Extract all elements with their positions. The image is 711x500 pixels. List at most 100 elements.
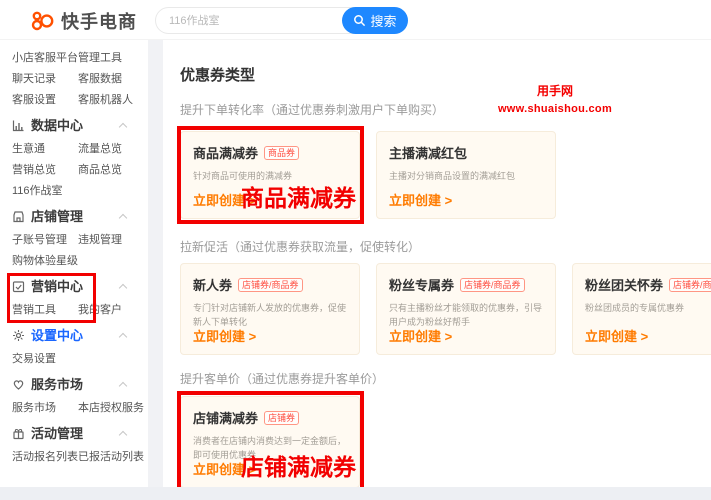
create-now-link[interactable]: 立即创建 > [193,459,256,478]
card-shop-full-discount: 店铺满减券 店铺券 消费者在店铺内消费达到一定金额后，即可使用优惠券 立即创建 … [180,396,360,487]
sidebar-section-settings-center[interactable]: 设置中心 [0,325,148,347]
shop-icon [12,210,25,223]
main-content: 优惠券类型 用手网 www.shuaishou.com 提升下单转化率（通过优惠… [163,40,711,487]
card-body[interactable]: 店铺满减券 店铺券 消费者在店铺内消费达到一定金额后，即可使用优惠券 立即创建 … [180,396,360,487]
sidebar-section-data-center[interactable]: 数据中心 [0,115,148,137]
sidebar-item-authorized-services[interactable]: 本店授权服务 [78,398,144,419]
sidebar-item-cs-data[interactable]: 客服数据 [78,69,122,90]
sidebar-item-signed-activity-list[interactable]: 已报活动列表 [78,447,144,468]
coupon-type-tag: 店铺券/商品券 [669,278,711,292]
sidebar-item-product-overview[interactable]: 商品总览 [78,160,122,181]
card-body[interactable]: 主播满减红包 主播对分销商品设置的满减红包 立即创建 > [376,131,556,219]
sidebar-item-marketing-tools[interactable]: 营销工具 [12,300,56,321]
sidebar-item-traffic-overview[interactable]: 流量总览 [78,139,122,160]
sidebar-item-trade-settings[interactable]: 交易设置 [12,349,56,370]
gift-icon [12,427,25,440]
card-body[interactable]: 粉丝专属券 店铺券/商品券 只有主播粉丝才能领取的优惠券，引导用户成为粉丝好帮手… [376,263,556,355]
sidebar-section-label: 营销中心 [31,276,83,298]
sidebar-group-customer-service: 小店客服平台管理工具 聊天记录 客服数据 客服设置 客服机器人 [0,48,148,111]
search-button-label: 搜索 [370,11,396,30]
card-desc: 只有主播粉丝才能领取的优惠券，引导用户成为粉丝好帮手 [389,301,543,329]
coupon-type-tag: 店铺券/商品券 [460,278,525,292]
chevron-up-icon [119,431,127,439]
sidebar-item-chat-history[interactable]: 聊天记录 [12,69,56,90]
card-title: 主播满减红包 [389,143,467,162]
card-title: 新人券 [193,275,232,294]
sidebar-item-subaccount-mgmt[interactable]: 子账号管理 [12,230,67,251]
sidebar-item-shopping-experience[interactable]: 购物体验星级 [12,251,78,272]
sidebar-group-service-market: 服务市场 服务市场本店授权服务 [0,374,148,419]
marketing-icon [12,280,25,293]
chevron-up-icon [119,284,127,292]
chevron-up-icon [119,214,127,222]
sidebar-item-116-war-room[interactable]: 116作战室 [12,181,63,202]
sidebar-item-violation-mgmt[interactable]: 违规管理 [78,230,122,251]
create-now-link[interactable]: 立即创建 > [389,326,452,345]
sidebar-section-activity-management[interactable]: 活动管理 [0,423,148,445]
sidebar-item-cs-robot[interactable]: 客服机器人 [78,90,133,111]
chevron-up-icon [119,382,127,390]
sidebar-section-shop-management[interactable]: 店铺管理 [0,206,148,228]
kuaishou-logo-icon [30,9,54,33]
card-body[interactable]: 商品满减券 商品券 针对商品可使用的满减券 立即创建 > 商品满减券 [180,131,360,219]
app-logo[interactable]: 快手电商 [30,8,137,34]
app-window: 快手电商 搜索 小店客服平台管理工具 聊天记录 客服数据 客服设置 客服机器人 [0,0,711,500]
card-title: 店铺满减券 [193,408,258,427]
sidebar-section-label: 数据中心 [31,115,83,137]
gear-icon [12,329,25,342]
sidebar-section-label: 服务市场 [31,374,83,396]
heart-icon [12,378,25,391]
card-newcomer-coupon: 新人券 店铺券/商品券 专门针对店铺新人发放的优惠券，促使新人下单转化 立即创建… [180,263,360,355]
chevron-up-icon [119,123,127,131]
create-now-link[interactable]: 立即创建 > [193,326,256,345]
sidebar-item-cs-settings[interactable]: 客服设置 [12,90,56,111]
section-label-acquisition: 拉新促活（通过优惠券获取流量，促使转化） [180,238,711,255]
card-body[interactable]: 粉丝团关怀券 店铺券/商品券 粉丝团成员的专属优惠券 立即创建 > [572,263,711,355]
sidebar-main-divider [148,40,163,487]
create-now-link[interactable]: 立即创建 > [389,190,452,209]
sidebar-group-shop-management: 店铺管理 子账号管理违规管理 购物体验星级 [0,206,148,272]
top-header: 快手电商 搜索 [0,0,711,40]
section-label-order-value: 提升客单价（通过优惠券提升客单价） [180,370,711,387]
bar-chart-icon [12,119,25,132]
sidebar-group-activity-management: 活动管理 活动报名列表已报活动列表 [0,423,148,468]
card-fanclub-care-coupon: 粉丝团关怀券 店铺券/商品券 粉丝团成员的专属优惠券 立即创建 > [572,263,711,355]
create-now-link[interactable]: 立即创建 > [193,190,256,209]
search-button[interactable]: 搜索 [342,7,408,34]
search-icon [353,14,366,27]
card-row-acquisition: 新人券 店铺券/商品券 专门针对店铺新人发放的优惠券，促使新人下单转化 立即创建… [180,263,711,355]
card-row-order-value: 店铺满减券 店铺券 消费者在店铺内消费达到一定金额后，即可使用优惠券 立即创建 … [180,396,711,487]
card-title: 粉丝专属券 [389,275,454,294]
card-body[interactable]: 新人券 店铺券/商品券 专门针对店铺新人发放的优惠券，促使新人下单转化 立即创建… [180,263,360,355]
card-product-full-discount: 商品满减券 商品券 针对商品可使用的满减券 立即创建 > 商品满减券 [180,131,360,219]
chevron-up-icon [119,333,127,341]
create-now-link[interactable]: 立即创建 > [585,326,648,345]
sidebar-item-shop-cs-platform[interactable]: 小店客服平台 [12,48,78,69]
card-title: 商品满减券 [193,143,258,162]
sidebar-item-shengyitong[interactable]: 生意通 [12,139,45,160]
page-title: 优惠券类型 [180,64,711,85]
card-fan-exclusive-coupon: 粉丝专属券 店铺券/商品券 只有主播粉丝才能领取的优惠券，引导用户成为粉丝好帮手… [376,263,556,355]
sidebar-section-marketing-center[interactable]: 营销中心 [0,276,148,298]
coupon-type-tag: 商品券 [264,146,299,160]
card-desc: 针对商品可使用的满减券 [193,169,347,183]
sidebar-section-label: 设置中心 [31,325,83,347]
sidebar-item-admin-tools[interactable]: 管理工具 [78,48,122,69]
sidebar-section-label: 店铺管理 [31,206,83,228]
sidebar-item-activity-signup-list[interactable]: 活动报名列表 [12,447,78,468]
search-box: 搜索 [155,7,407,34]
sidebar: 小店客服平台管理工具 聊天记录 客服数据 客服设置 客服机器人 数据中心 生意通 流量… [0,40,148,487]
sidebar-item-service-market[interactable]: 服务市场 [12,398,56,419]
sidebar-group-settings-center: 设置中心 交易设置 [0,325,148,370]
sidebar-section-label: 活动管理 [31,423,83,445]
card-row-conversion: 商品满减券 商品券 针对商品可使用的满减券 立即创建 > 商品满减券 主播满减红… [180,131,711,219]
sidebar-section-service-market[interactable]: 服务市场 [0,374,148,396]
sidebar-group-data-center: 数据中心 生意通 流量总览 营销总览 商品总览 116作战室 [0,115,148,202]
card-title: 粉丝团关怀券 [585,275,663,294]
sidebar-item-my-customers[interactable]: 我的客户 [78,300,122,321]
card-desc: 专门针对店铺新人发放的优惠券，促使新人下单转化 [193,301,347,329]
card-desc: 消费者在店铺内消费达到一定金额后，即可使用优惠券 [193,434,347,462]
sidebar-item-marketing-overview[interactable]: 营销总览 [12,160,56,181]
card-streamer-red-packet: 主播满减红包 主播对分销商品设置的满减红包 立即创建 > [376,131,556,219]
coupon-type-tag: 店铺券 [264,411,299,425]
